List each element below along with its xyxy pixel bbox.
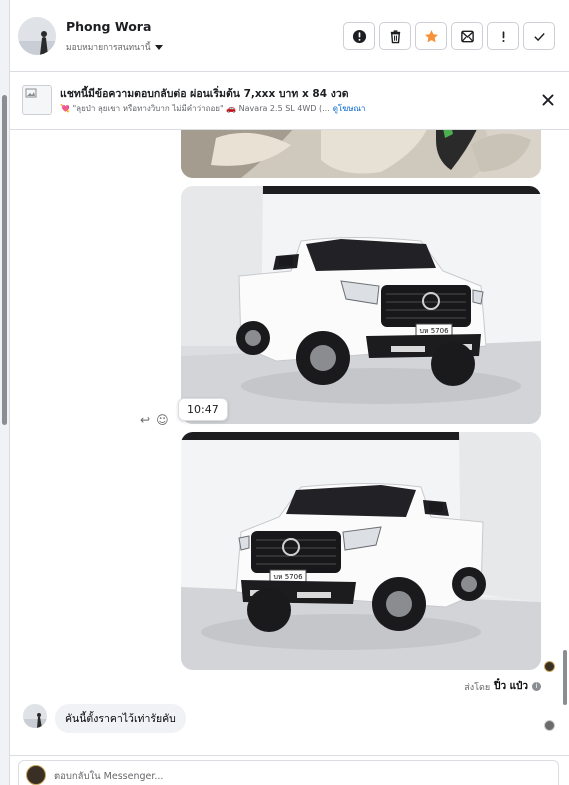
message-photo[interactable]: บห 5706: [181, 186, 541, 424]
message-hover-tools: ↩ ☺: [140, 413, 169, 427]
exclamation-icon: [501, 30, 505, 42]
contact-avatar[interactable]: [18, 17, 56, 55]
assign-conversation-dropdown[interactable]: มอบหมายการสนทนานี้: [66, 40, 163, 54]
license-plate: บห 5706: [273, 573, 303, 581]
seen-avatar: [544, 720, 555, 731]
ad-thumbnail[interactable]: [22, 85, 52, 115]
follow-up-star-button[interactable]: [415, 22, 447, 50]
mark-unread-icon: [460, 30, 474, 42]
ad-title: แชทนี้มีข้อความตอบกลับต่อ ผ่อนเริ่มต้น 7…: [60, 88, 349, 100]
sent-by-prefix: ส่งโดย: [464, 682, 491, 693]
reply-input[interactable]: [54, 768, 534, 784]
incoming-message-bubble[interactable]: คันนี้ตั้งราคาไว้เท่ารัยคับ: [55, 704, 186, 733]
left-edge-panel: [0, 0, 10, 785]
ad-subtitle: 💘 "ลุยป่า ลุยเขา หรือทางวิบาก ไม่มีคำว่า…: [60, 104, 330, 113]
spam-button[interactable]: [343, 22, 375, 50]
checkmark-icon: [533, 32, 545, 41]
message-timestamp-tooltip: 10:47: [178, 398, 228, 421]
chevron-down-icon: [154, 44, 163, 50]
mark-done-button[interactable]: [523, 22, 555, 50]
ad-subtitle-row: 💘 "ลุยป่า ลุยเขา หรือทางวิบาก ไม่มีคำว่า…: [60, 102, 365, 115]
mark-unread-button[interactable]: [451, 22, 483, 50]
alert-circle-icon: [352, 29, 366, 43]
conversation-header: Phong Wora มอบหมายการสนทนานี้: [10, 0, 569, 72]
view-ad-link[interactable]: ดูโฆษณา: [333, 102, 366, 115]
delete-button[interactable]: [379, 22, 411, 50]
close-icon[interactable]: [539, 91, 557, 109]
message-photo[interactable]: [181, 130, 541, 178]
seen-avatar: [544, 661, 555, 672]
page-avatar: [26, 765, 46, 785]
star-icon: [424, 29, 438, 42]
contact-name[interactable]: Phong Wora: [66, 19, 151, 34]
contact-avatar-small[interactable]: [23, 704, 47, 728]
important-button[interactable]: [487, 22, 519, 50]
assign-label: มอบหมายการสนทนานี้: [66, 43, 151, 53]
trash-icon: [390, 29, 400, 43]
sent-by-name[interactable]: ปิ๋ว แป๋ว: [494, 679, 528, 694]
message-photo[interactable]: บห 5706: [181, 432, 541, 670]
ad-reference-banner: แชทนี้มีข้อความตอบกลับต่อ ผ่อนเริ่มต้น 7…: [10, 72, 569, 130]
info-icon[interactable]: i: [532, 682, 541, 691]
thread-scrollbar[interactable]: [563, 650, 567, 705]
reply-icon[interactable]: ↩: [140, 413, 150, 427]
license-plate: บห 5706: [419, 327, 449, 335]
left-scrollbar[interactable]: [2, 95, 7, 425]
smiley-icon[interactable]: ☺: [156, 413, 169, 427]
header-actions: [343, 22, 555, 50]
message-composer: [10, 755, 569, 785]
sent-by-label: ส่งโดย ปิ๋ว แป๋ว i: [464, 679, 541, 694]
message-thread[interactable]: บห 5706 ↩ ☺ 10:47 บห 5706 ส่งโดย ปิ๋ว แป…: [10, 130, 569, 755]
